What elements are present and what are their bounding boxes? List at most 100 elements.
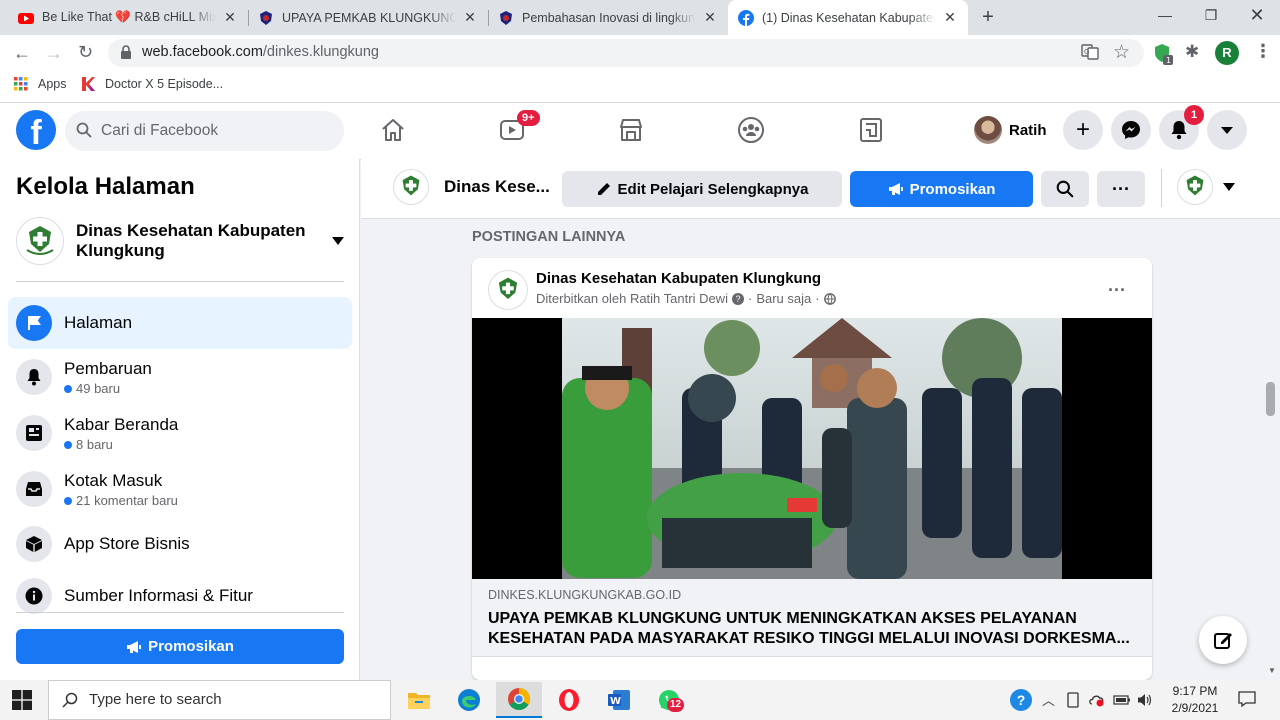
facebook-logo-icon[interactable]: f: [16, 110, 56, 150]
edit-learn-more-button[interactable]: Edit Pelajari Selengkapnya: [562, 171, 842, 207]
windows-logo-icon: [12, 690, 32, 710]
promote-label: Promosikan: [148, 638, 234, 655]
page-identity[interactable]: Dinas Kese...: [393, 169, 550, 205]
reload-icon[interactable]: ↻: [78, 42, 93, 63]
sidebar-item-label: Halaman: [64, 313, 133, 332]
home-icon: [382, 119, 404, 141]
browser-tab-youtube[interactable]: Be Like That 💔 R&B cHiLL Mix - ✕: [8, 0, 248, 35]
facebook-search-input[interactable]: Cari di Facebook: [65, 111, 344, 151]
link-preview[interactable]: DINKES.KLUNGKUNGKAB.GO.ID UPAYA PEMKAB K…: [472, 579, 1152, 657]
taskbar-edge[interactable]: [446, 682, 492, 718]
promote-label: Promosikan: [909, 180, 996, 198]
taskbar-file-explorer[interactable]: [396, 682, 442, 718]
messenger-button[interactable]: [1111, 110, 1151, 150]
svg-text:G: G: [1084, 48, 1089, 56]
post-options-icon[interactable]: ···: [1108, 280, 1126, 301]
onedrive-error-icon[interactable]: [1088, 693, 1106, 707]
minimize-button[interactable]: —: [1142, 0, 1188, 32]
dinkes-logo-icon: [393, 169, 429, 205]
new-message-button[interactable]: [1199, 616, 1247, 664]
voice-selector[interactable]: [1177, 169, 1235, 205]
promote-button[interactable]: Promosikan: [850, 171, 1033, 207]
volume-icon[interactable]: [1137, 692, 1153, 708]
back-arrow-icon[interactable]: ←: [13, 43, 31, 64]
browser-tab-pemkab[interactable]: UPAYA PEMKAB KLUNGKUNG UNTUK ✕: [248, 0, 488, 35]
taskbar-opera[interactable]: [546, 682, 592, 718]
bookmark-star-icon[interactable]: ☆: [1113, 41, 1130, 64]
facebook-icon: [738, 9, 754, 26]
news-feed-icon: [16, 415, 52, 451]
restore-button[interactable]: ❐: [1188, 0, 1234, 32]
sidebar-item-app-store-bisnis[interactable]: App Store Bisnis: [8, 518, 352, 570]
scroll-down-icon[interactable]: ▼: [1268, 666, 1276, 675]
taskbar-search-input[interactable]: Type here to search: [48, 680, 391, 720]
tab-title: (1) Dinas Kesehatan Kabupaten Kl: [762, 10, 936, 25]
close-tab-icon[interactable]: ✕: [222, 9, 238, 26]
browser-tab-inovasi[interactable]: Pembahasan Inovasi di lingkungan ✕: [488, 0, 728, 35]
page-scrollbar-thumb[interactable]: [1266, 382, 1275, 416]
caret-down-icon: [1223, 183, 1235, 191]
taskbar-chrome-active[interactable]: [496, 682, 542, 718]
post-timestamp[interactable]: Baru saja: [756, 291, 811, 306]
sidebar-item-kabar-beranda[interactable]: Kabar Beranda 8 baru: [8, 407, 352, 459]
create-button[interactable]: +: [1063, 110, 1103, 150]
sidebar-item-pembaruan[interactable]: Pembaruan 49 baru: [8, 351, 352, 403]
forward-arrow-icon[interactable]: →: [45, 43, 63, 64]
gaming-icon: [860, 118, 882, 142]
clock-date: 2/9/2021: [1171, 701, 1219, 715]
translate-icon[interactable]: G: [1081, 44, 1099, 60]
groups-icon: [738, 117, 764, 143]
bookmark-apps[interactable]: Apps: [14, 77, 67, 91]
sidebar-promote-button[interactable]: Promosikan: [16, 629, 344, 664]
nav-home[interactable]: [373, 112, 413, 148]
nav-groups[interactable]: [731, 112, 771, 148]
sidebar-item-kotak-masuk[interactable]: Kotak Masuk 21 komentar baru: [8, 463, 352, 515]
tab-title: UPAYA PEMKAB KLUNGKUNG UNTUK: [282, 10, 456, 25]
help-icon[interactable]: ?: [731, 292, 744, 305]
sidebar-item-halaman[interactable]: Halaman: [8, 297, 352, 349]
extension-shield-icon[interactable]: 1: [1153, 43, 1173, 65]
profile-avatar[interactable]: R: [1215, 41, 1239, 65]
action-center-icon[interactable]: [1238, 690, 1256, 708]
more-dots-icon: ···: [1112, 178, 1130, 199]
lock-icon[interactable]: [120, 45, 132, 59]
show-hidden-icons-chevron-icon[interactable]: ︿: [1042, 690, 1055, 709]
post-author[interactable]: Dinas Kesehatan Kabupaten Klungkung: [536, 270, 821, 287]
page-switcher[interactable]: Dinas Kesehatan Kabupaten Klungkung: [16, 215, 352, 267]
close-tab-icon[interactable]: ✕: [702, 9, 718, 26]
close-window-button[interactable]: ✕: [1234, 0, 1280, 32]
bookmark-doctor-x[interactable]: Doctor X 5 Episode...: [80, 76, 223, 92]
chrome-menu-icon[interactable]: ⋮: [1254, 41, 1272, 62]
battery-icon[interactable]: [1113, 694, 1131, 706]
nav-marketplace[interactable]: [611, 112, 651, 148]
apps-grid-icon: [14, 77, 28, 91]
globe-icon: [823, 292, 836, 305]
author-avatar[interactable]: [488, 270, 528, 310]
opera-icon: [559, 689, 579, 711]
taskbar-word[interactable]: W: [596, 682, 642, 718]
nav-gaming[interactable]: [851, 112, 891, 148]
caret-down-icon: [332, 237, 344, 245]
browser-tab-facebook-active[interactable]: (1) Dinas Kesehatan Kabupaten Kl ✕: [728, 0, 968, 35]
link-title: UPAYA PEMKAB KLUNGKUNG UNTUK MENINGKATKA…: [488, 610, 1130, 647]
windows-start-button[interactable]: [12, 690, 32, 715]
divider: [1161, 169, 1162, 207]
inbox-icon: [16, 471, 52, 507]
post-image-frame[interactable]: [472, 318, 1152, 579]
section-heading: POSTINGAN LAINNYA: [472, 229, 626, 245]
close-tab-icon[interactable]: ✕: [462, 9, 478, 26]
new-tab-button[interactable]: +: [976, 5, 1000, 29]
page-more-button[interactable]: ···: [1097, 171, 1145, 207]
sidebar-item-label: Kotak Masuk: [64, 470, 163, 490]
close-tab-icon[interactable]: ✕: [942, 9, 958, 26]
sidebar-item-sumber-informasi[interactable]: Sumber Informasi & Fitur: [8, 570, 352, 622]
taskbar-clock[interactable]: 9:17 PM 2/9/2021: [1160, 683, 1230, 717]
extensions-puzzle-icon[interactable]: ✱: [1185, 42, 1199, 62]
help-tray-icon[interactable]: ?: [1010, 689, 1032, 711]
tablet-tray-icon[interactable]: [1066, 692, 1080, 708]
plus-icon: +: [1075, 116, 1090, 143]
divider: [16, 612, 344, 613]
profile-shortcut[interactable]: Ratih: [966, 114, 1056, 146]
page-search-button[interactable]: [1041, 171, 1089, 207]
account-menu-button[interactable]: [1207, 110, 1247, 150]
